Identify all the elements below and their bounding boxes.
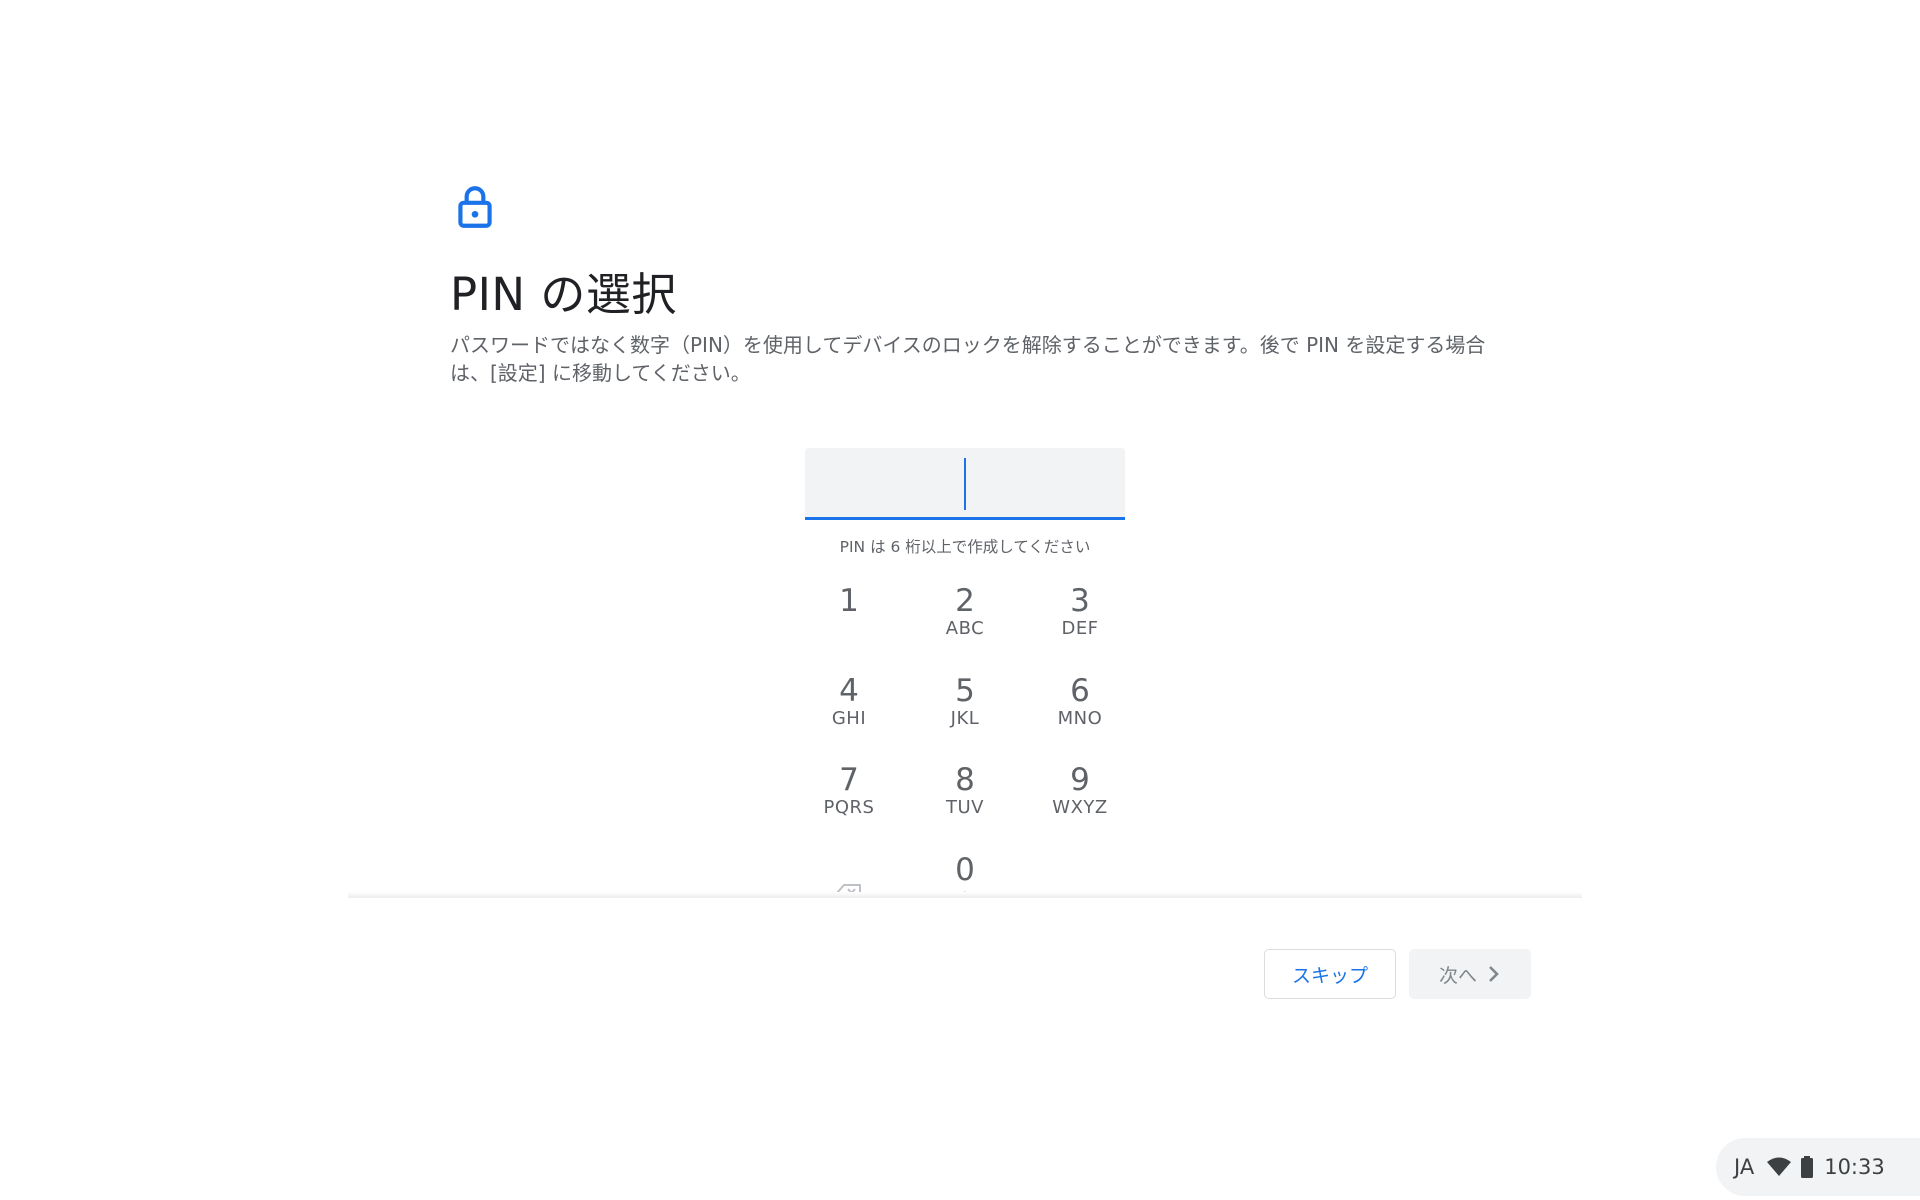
scroll-divider [348, 892, 1582, 898]
key-letters: PQRS [823, 797, 875, 818]
pin-setup-screen: PIN の選択 パスワードではなく数字（PIN）を使用してデバイスのロックを解除… [0, 0, 1920, 1200]
status-tray[interactable]: JA 10:33 [1716, 1138, 1920, 1196]
key-0[interactable]: 0 + [910, 847, 1020, 898]
next-button-label: 次へ [1438, 964, 1477, 987]
chevron-right-icon [1489, 966, 1499, 982]
key-letters: WXYZ [1052, 797, 1108, 818]
key-digit: 0 [955, 852, 975, 888]
key-digit: 1 [839, 583, 859, 619]
key-letters: DEF [1061, 618, 1099, 639]
key-4[interactable]: 4 GHI [794, 668, 904, 748]
key-6[interactable]: 6 MNO [1025, 668, 1135, 748]
key-digit: 9 [1070, 762, 1090, 798]
key-digit: 6 [1070, 673, 1090, 709]
pin-input[interactable] [805, 448, 1125, 520]
key-digit: 2 [955, 583, 975, 619]
key-3[interactable]: 3 DEF [1025, 578, 1135, 658]
lock-icon [458, 186, 492, 228]
key-letters: GHI [831, 708, 867, 729]
key-letters: TUV [946, 797, 984, 818]
key-digit: 4 [839, 673, 859, 709]
key-digit: 8 [955, 762, 975, 798]
key-2[interactable]: 2 ABC [910, 578, 1020, 658]
key-7[interactable]: 7 PQRS [794, 757, 904, 837]
battery-icon [1801, 1156, 1814, 1178]
page-description: パスワードではなく数字（PIN）を使用してデバイスのロックを解除することができま… [450, 333, 1486, 385]
key-5[interactable]: 5 JKL [910, 668, 1020, 748]
key-digit: 5 [955, 673, 975, 709]
key-1[interactable]: 1 [794, 578, 904, 658]
key-9[interactable]: 9 WXYZ [1025, 757, 1135, 837]
page-title: PIN の選択 [450, 268, 677, 321]
pin-keypad: 1 2 ABC 3 DEF 4 GHI 5 JKL 6 MNO 7 PQRS 8 [780, 570, 1150, 898]
next-button[interactable]: 次へ [1409, 949, 1531, 999]
key-digit: 7 [839, 762, 859, 798]
ime-indicator: JA [1734, 1155, 1755, 1179]
key-8[interactable]: 8 TUV [910, 757, 1020, 837]
skip-button-label: スキップ [1291, 964, 1368, 987]
text-caret [964, 458, 966, 510]
clock: 10:33 [1824, 1155, 1885, 1179]
wifi-icon [1767, 1157, 1792, 1176]
key-letters: ABC [945, 618, 985, 639]
key-letters: JKL [950, 708, 980, 729]
pin-hint: PIN は 6 桁以上で作成してください [839, 538, 1091, 556]
skip-button[interactable]: スキップ [1264, 949, 1396, 999]
backspace-key[interactable] [794, 847, 904, 898]
key-letters: MNO [1057, 708, 1103, 729]
key-digit: 3 [1070, 583, 1090, 619]
